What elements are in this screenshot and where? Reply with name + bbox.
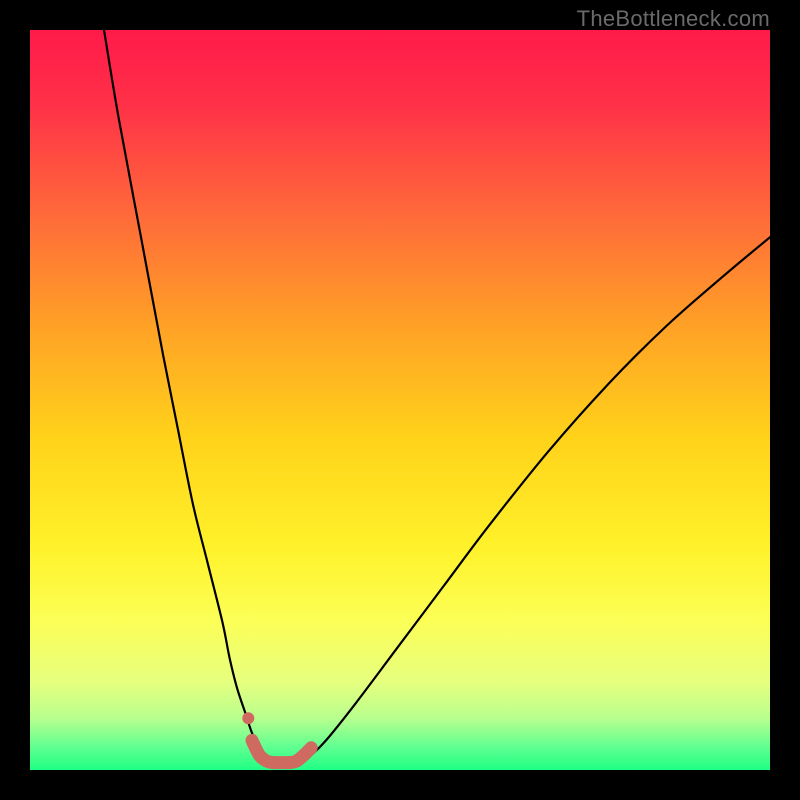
curve-layer — [30, 30, 770, 770]
watermark-text: TheBottleneck.com — [577, 6, 770, 32]
valley-marker-curve — [252, 740, 311, 762]
chart-area — [30, 30, 770, 770]
valley-marker-dot — [242, 712, 254, 724]
right-branch-curve — [311, 237, 770, 755]
left-branch-curve — [104, 30, 267, 755]
